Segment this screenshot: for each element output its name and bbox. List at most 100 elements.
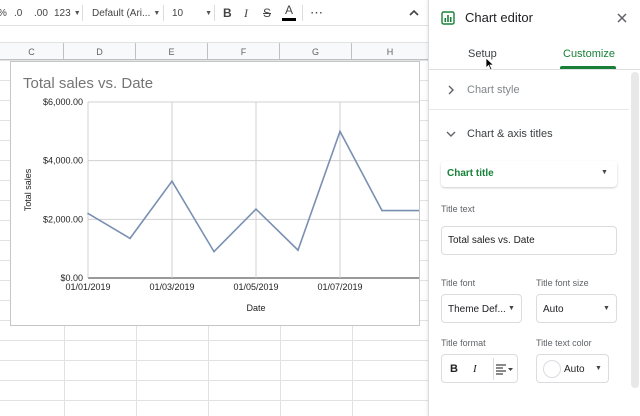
embedded-chart[interactable]: Total sales vs. Date $6,000.00 $4,000.00 $2…	[10, 61, 420, 326]
chevron-up-icon	[409, 9, 419, 16]
x-tick-label: 01/01/2019	[65, 282, 110, 292]
bold-button[interactable]: B	[223, 5, 232, 21]
active-tab-indicator	[560, 66, 616, 69]
chart-title: Total sales vs. Date	[23, 75, 153, 92]
data-point	[381, 209, 383, 212]
data-point	[171, 180, 173, 182]
section-chart-style[interactable]: Chart style	[429, 70, 629, 110]
divider	[214, 5, 215, 21]
divider	[302, 5, 303, 21]
caret-down-icon: ▼	[508, 305, 515, 312]
data-point	[213, 250, 215, 253]
column-header-row: C D E F G H	[0, 42, 428, 61]
column-label: D	[96, 47, 103, 57]
column-header-g[interactable]: G	[280, 43, 352, 61]
column-header-f[interactable]: F	[208, 43, 280, 61]
more-formats-button[interactable]: 123 ▼	[54, 5, 81, 21]
y-tick-label: $2,000.00	[43, 214, 83, 224]
font-size-select[interactable]: 10 ▼	[172, 5, 212, 21]
section-label: Chart style	[467, 84, 520, 96]
chevron-down-icon	[446, 131, 456, 137]
data-point	[297, 249, 299, 251]
column-label: F	[240, 47, 247, 57]
x-tick-label: 01/07/2019	[317, 282, 362, 292]
caret-down-icon: ▼	[601, 169, 608, 176]
title-format-group: B I	[441, 354, 518, 383]
percent-format-button[interactable]: %	[0, 5, 7, 21]
bold-label: B	[223, 6, 232, 20]
tab-customize[interactable]: Customize	[563, 48, 615, 60]
format-bold-button[interactable]: B	[450, 363, 458, 375]
caret-down-icon: ▼	[73, 9, 81, 17]
title-font-size-select[interactable]: Auto ▼	[536, 294, 617, 323]
chart-icon	[441, 11, 455, 25]
section-label: Chart & axis titles	[467, 128, 553, 140]
caret-down-icon: ▼	[205, 9, 213, 17]
increase-decimal-button[interactable]: .00	[34, 5, 48, 21]
y-tick-label: $4,000.00	[43, 156, 83, 166]
format-italic-button[interactable]: I	[473, 363, 477, 375]
color-swatch	[282, 18, 296, 21]
title-font-size-value: Auto	[543, 304, 564, 315]
mouse-cursor-icon	[485, 57, 495, 71]
caret-down-icon: ▼	[153, 9, 161, 17]
font-select[interactable]: Default (Ari... ▼	[92, 5, 160, 21]
series-line	[87, 129, 419, 253]
panel-title: Chart editor	[465, 10, 533, 25]
panel-header: Chart editor	[429, 0, 640, 36]
collapse-toolbar-button[interactable]	[408, 5, 420, 21]
title-text-value: Total sales vs. Date	[448, 235, 535, 246]
column-header-h[interactable]: H	[352, 43, 428, 61]
italic-button[interactable]: I	[244, 5, 248, 21]
title-text-input[interactable]: Total sales vs. Date	[441, 226, 617, 255]
strikethrough-label: S	[263, 6, 272, 20]
more-button[interactable]: ⋯	[310, 5, 323, 21]
editor-tabs: Setup Customize	[429, 36, 640, 71]
title-font-size-label: Title font size	[536, 278, 589, 288]
column-header-e[interactable]: E	[136, 43, 208, 61]
title-font-select[interactable]: Theme Def... ▼	[441, 294, 522, 323]
column-header-c[interactable]: C	[0, 43, 64, 61]
column-label: C	[28, 47, 35, 57]
caret-down-icon: ▼	[603, 305, 610, 312]
title-text-color-select[interactable]: Auto ▼	[536, 354, 609, 383]
strikethrough-button[interactable]: S	[263, 5, 271, 21]
x-axis-title: Date	[246, 303, 265, 313]
color-swatch	[543, 360, 561, 378]
y-tick-label: $6,000.00	[43, 97, 83, 107]
font-label: Default (Ari...	[92, 7, 151, 19]
data-point	[339, 130, 341, 133]
decrease-decimal-label: .0	[14, 7, 23, 19]
more-label: ⋯	[310, 5, 323, 20]
data-point	[129, 237, 131, 240]
panel-scrollbar[interactable]	[631, 72, 639, 388]
chart-canvas: Total sales vs. Date $6,000.00 $4,000.00 $2…	[23, 75, 419, 313]
title-type-select[interactable]: Chart title ▼	[441, 161, 617, 187]
percent-label: %	[0, 8, 7, 19]
title-font-label: Title font	[441, 278, 476, 288]
text-color-label: A	[284, 3, 293, 17]
italic-label: I	[244, 5, 248, 20]
close-icon[interactable]	[617, 13, 627, 23]
text-color-button[interactable]: A	[282, 3, 296, 23]
caret-down-icon: ▼	[595, 365, 602, 372]
data-point	[87, 212, 89, 215]
more-formats-label: 123	[54, 7, 71, 19]
decrease-decimal-button[interactable]: .0	[14, 5, 22, 21]
column-header-d[interactable]: D	[64, 43, 136, 61]
title-text-color-value: Auto	[564, 364, 585, 375]
title-type-value: Chart title	[447, 168, 494, 179]
section-chart-axis-titles[interactable]: Chart & axis titles	[429, 114, 629, 154]
chevron-right-icon	[448, 85, 454, 95]
title-text-color-label: Title text color	[536, 338, 592, 348]
align-left-icon[interactable]	[496, 364, 514, 375]
x-tick-label: 01/03/2019	[149, 282, 194, 292]
font-size-label: 10	[172, 7, 184, 19]
title-format-label: Title format	[441, 338, 486, 348]
toolbar: % .0 .00 123▼ Default (Ari...▼ 10▼ B I S…	[0, 0, 428, 26]
divider	[163, 5, 164, 21]
title-font-value: Theme Def...	[448, 304, 506, 315]
column-label: E	[168, 47, 175, 57]
divider	[82, 5, 83, 21]
data-point	[255, 208, 257, 210]
